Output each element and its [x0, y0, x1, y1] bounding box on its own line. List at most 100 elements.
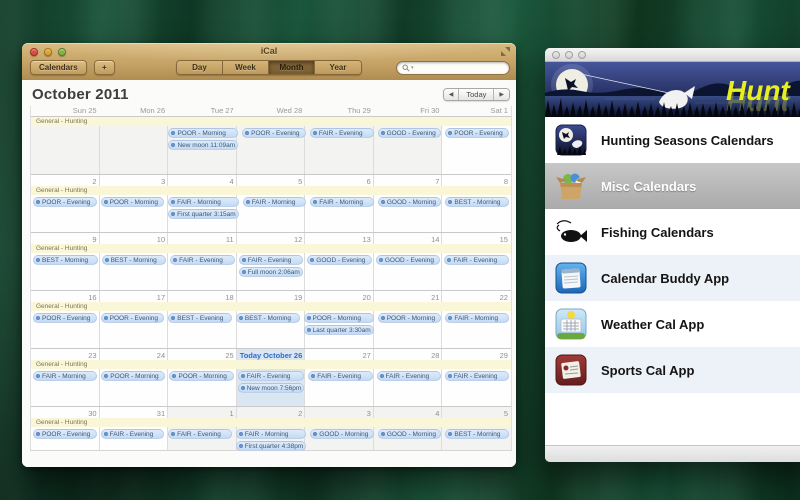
event-pill[interactable]: New moon 11:09am: [168, 140, 238, 150]
list-item-hunting-seasons[interactable]: Hunting Seasons Calendars: [545, 117, 800, 163]
event-pill[interactable]: FAIR - Morning: [33, 371, 97, 381]
event-dot-icon: [239, 432, 243, 436]
calendar-body: October 2011 ◀ Today ▶ Sun 25 Mon 26 Tue…: [22, 80, 516, 467]
minimize-button[interactable]: [565, 51, 573, 59]
date-number: 22: [442, 291, 511, 302]
list-item-label: Misc Calendars: [601, 179, 696, 194]
event-pill[interactable]: POOR - Evening: [33, 429, 97, 439]
event-pill[interactable]: FAIR - Morning: [445, 313, 509, 323]
list-item-weather-cal[interactable]: Weather Cal App: [545, 301, 800, 347]
event-pill[interactable]: GOOD - Evening: [378, 128, 442, 138]
event-dot-icon: [171, 316, 175, 320]
event-pill[interactable]: FAIR - Evening: [170, 255, 235, 265]
event-dot-icon: [313, 200, 317, 204]
event-pill[interactable]: POOR - Morning: [101, 371, 165, 381]
event-pill[interactable]: BEST - Morning: [236, 313, 300, 323]
event-pill[interactable]: GOOD - Evening: [307, 255, 372, 265]
calendars-button[interactable]: Calendars: [30, 60, 87, 75]
event-pill[interactable]: BEST - Morning: [102, 255, 167, 265]
event-pill[interactable]: GOOD - Morning: [310, 429, 374, 439]
event-pill[interactable]: POOR - Morning: [101, 197, 165, 207]
event-pill[interactable]: First quarter 4:38pm: [236, 441, 307, 451]
date-number: 4: [374, 407, 443, 418]
event-pill[interactable]: POOR - Morning: [378, 313, 442, 323]
hunt-banner-image: Hunt Hunt: [545, 62, 800, 117]
date-number: 12: [237, 233, 306, 244]
event-pill[interactable]: FAIR - Evening: [238, 371, 305, 381]
allday-event-general-hunting[interactable]: General - Hunting: [31, 244, 511, 253]
event-pill[interactable]: New moon 7:56pm: [238, 383, 305, 393]
event-pill[interactable]: POOR - Evening: [242, 128, 306, 138]
event-dot-icon: [171, 200, 175, 204]
week-row: 2345678General - HuntingPOOR - EveningPO…: [31, 174, 511, 232]
list-item-fishing-calendars[interactable]: Fishing Calendars: [545, 209, 800, 255]
event-pill[interactable]: POOR - Morning: [169, 371, 233, 381]
event-pill[interactable]: POOR - Evening: [445, 128, 509, 138]
event-pill[interactable]: BEST - Morning: [445, 429, 509, 439]
event-dot-icon: [171, 131, 175, 135]
event-pill[interactable]: POOR - Morning: [304, 313, 374, 323]
date-number: 16: [31, 291, 100, 302]
event-pill[interactable]: FAIR - Morning: [168, 197, 239, 207]
tab-day[interactable]: Day: [177, 61, 223, 74]
event-dot-icon: [379, 258, 383, 262]
event-pill[interactable]: FAIR - Evening: [377, 371, 441, 381]
event-pill[interactable]: POOR - Evening: [33, 197, 97, 207]
allday-event-general-hunting[interactable]: General - Hunting: [31, 186, 511, 195]
event-pill[interactable]: FAIR - Evening: [168, 429, 232, 439]
tab-month[interactable]: Month: [269, 61, 315, 74]
allday-event-general-hunting[interactable]: General - Hunting: [31, 117, 511, 126]
weekday-header: Tue 27: [168, 106, 237, 116]
hunt-titlebar[interactable]: [545, 48, 800, 62]
tab-week[interactable]: Week: [223, 61, 269, 74]
zoom-button[interactable]: [578, 51, 586, 59]
event-pill[interactable]: BEST - Morning: [33, 255, 98, 265]
search-input[interactable]: ▾: [396, 61, 510, 75]
event-pill[interactable]: GOOD - Morning: [378, 429, 442, 439]
allday-event-general-hunting[interactable]: General - Hunting: [31, 360, 511, 369]
minimize-button[interactable]: [44, 48, 52, 56]
prev-month-button[interactable]: ◀: [444, 89, 460, 100]
event-pill[interactable]: FAIR - Evening: [308, 371, 372, 381]
event-pill[interactable]: BEST - Morning: [445, 197, 509, 207]
date-number: 15: [442, 233, 511, 244]
ical-titlebar[interactable]: iCal: [22, 43, 516, 59]
event-dot-icon: [380, 374, 384, 378]
event-pill[interactable]: FAIR - Evening: [101, 429, 165, 439]
event-pill[interactable]: FAIR - Morning: [310, 197, 374, 207]
event-pill[interactable]: GOOD - Evening: [376, 255, 441, 265]
event-pill[interactable]: Full moon 2:06am: [239, 267, 304, 277]
event-pill[interactable]: POOR - Evening: [101, 313, 165, 323]
event-pill[interactable]: FAIR - Evening: [239, 255, 304, 265]
event-pill[interactable]: POOR - Evening: [33, 313, 97, 323]
event-dot-icon: [172, 374, 176, 378]
list-item-sports-cal[interactable]: Sports Cal App: [545, 347, 800, 393]
tab-year[interactable]: Year: [315, 61, 361, 74]
close-button[interactable]: [30, 48, 38, 56]
today-button[interactable]: Today: [459, 89, 494, 100]
event-pill[interactable]: Last quarter 3:30am: [304, 325, 374, 335]
next-month-button[interactable]: ▶: [494, 89, 509, 100]
event-pill[interactable]: FAIR - Evening: [310, 128, 374, 138]
week-row: 303112345General - HuntingPOOR - Evening…: [31, 406, 511, 450]
event-pill[interactable]: POOR - Morning: [168, 128, 238, 138]
list-item-label: Sports Cal App: [601, 363, 694, 378]
close-button[interactable]: [552, 51, 560, 59]
event-pill[interactable]: FAIR - Morning: [236, 429, 307, 439]
date-number: 6: [305, 175, 374, 186]
fullscreen-icon[interactable]: [501, 47, 510, 56]
event-dot-icon: [242, 258, 246, 262]
add-event-button[interactable]: +: [94, 60, 115, 75]
event-dot-icon: [171, 143, 175, 147]
event-pill[interactable]: FAIR - Morning: [243, 197, 307, 207]
list-item-misc-calendars[interactable]: Misc Calendars: [545, 163, 800, 209]
event-pill[interactable]: FAIR - Evening: [444, 255, 509, 265]
event-pill[interactable]: FAIR - Evening: [445, 371, 509, 381]
list-item-calendar-buddy[interactable]: Calendar Buddy App: [545, 255, 800, 301]
event-pill[interactable]: First quarter 3:15am: [168, 209, 239, 219]
event-pill[interactable]: GOOD - Morning: [378, 197, 442, 207]
allday-event-general-hunting[interactable]: General - Hunting: [31, 302, 511, 311]
event-pill[interactable]: BEST - Evening: [168, 313, 232, 323]
allday-event-general-hunting[interactable]: General - Hunting: [31, 418, 511, 427]
zoom-button[interactable]: [58, 48, 66, 56]
